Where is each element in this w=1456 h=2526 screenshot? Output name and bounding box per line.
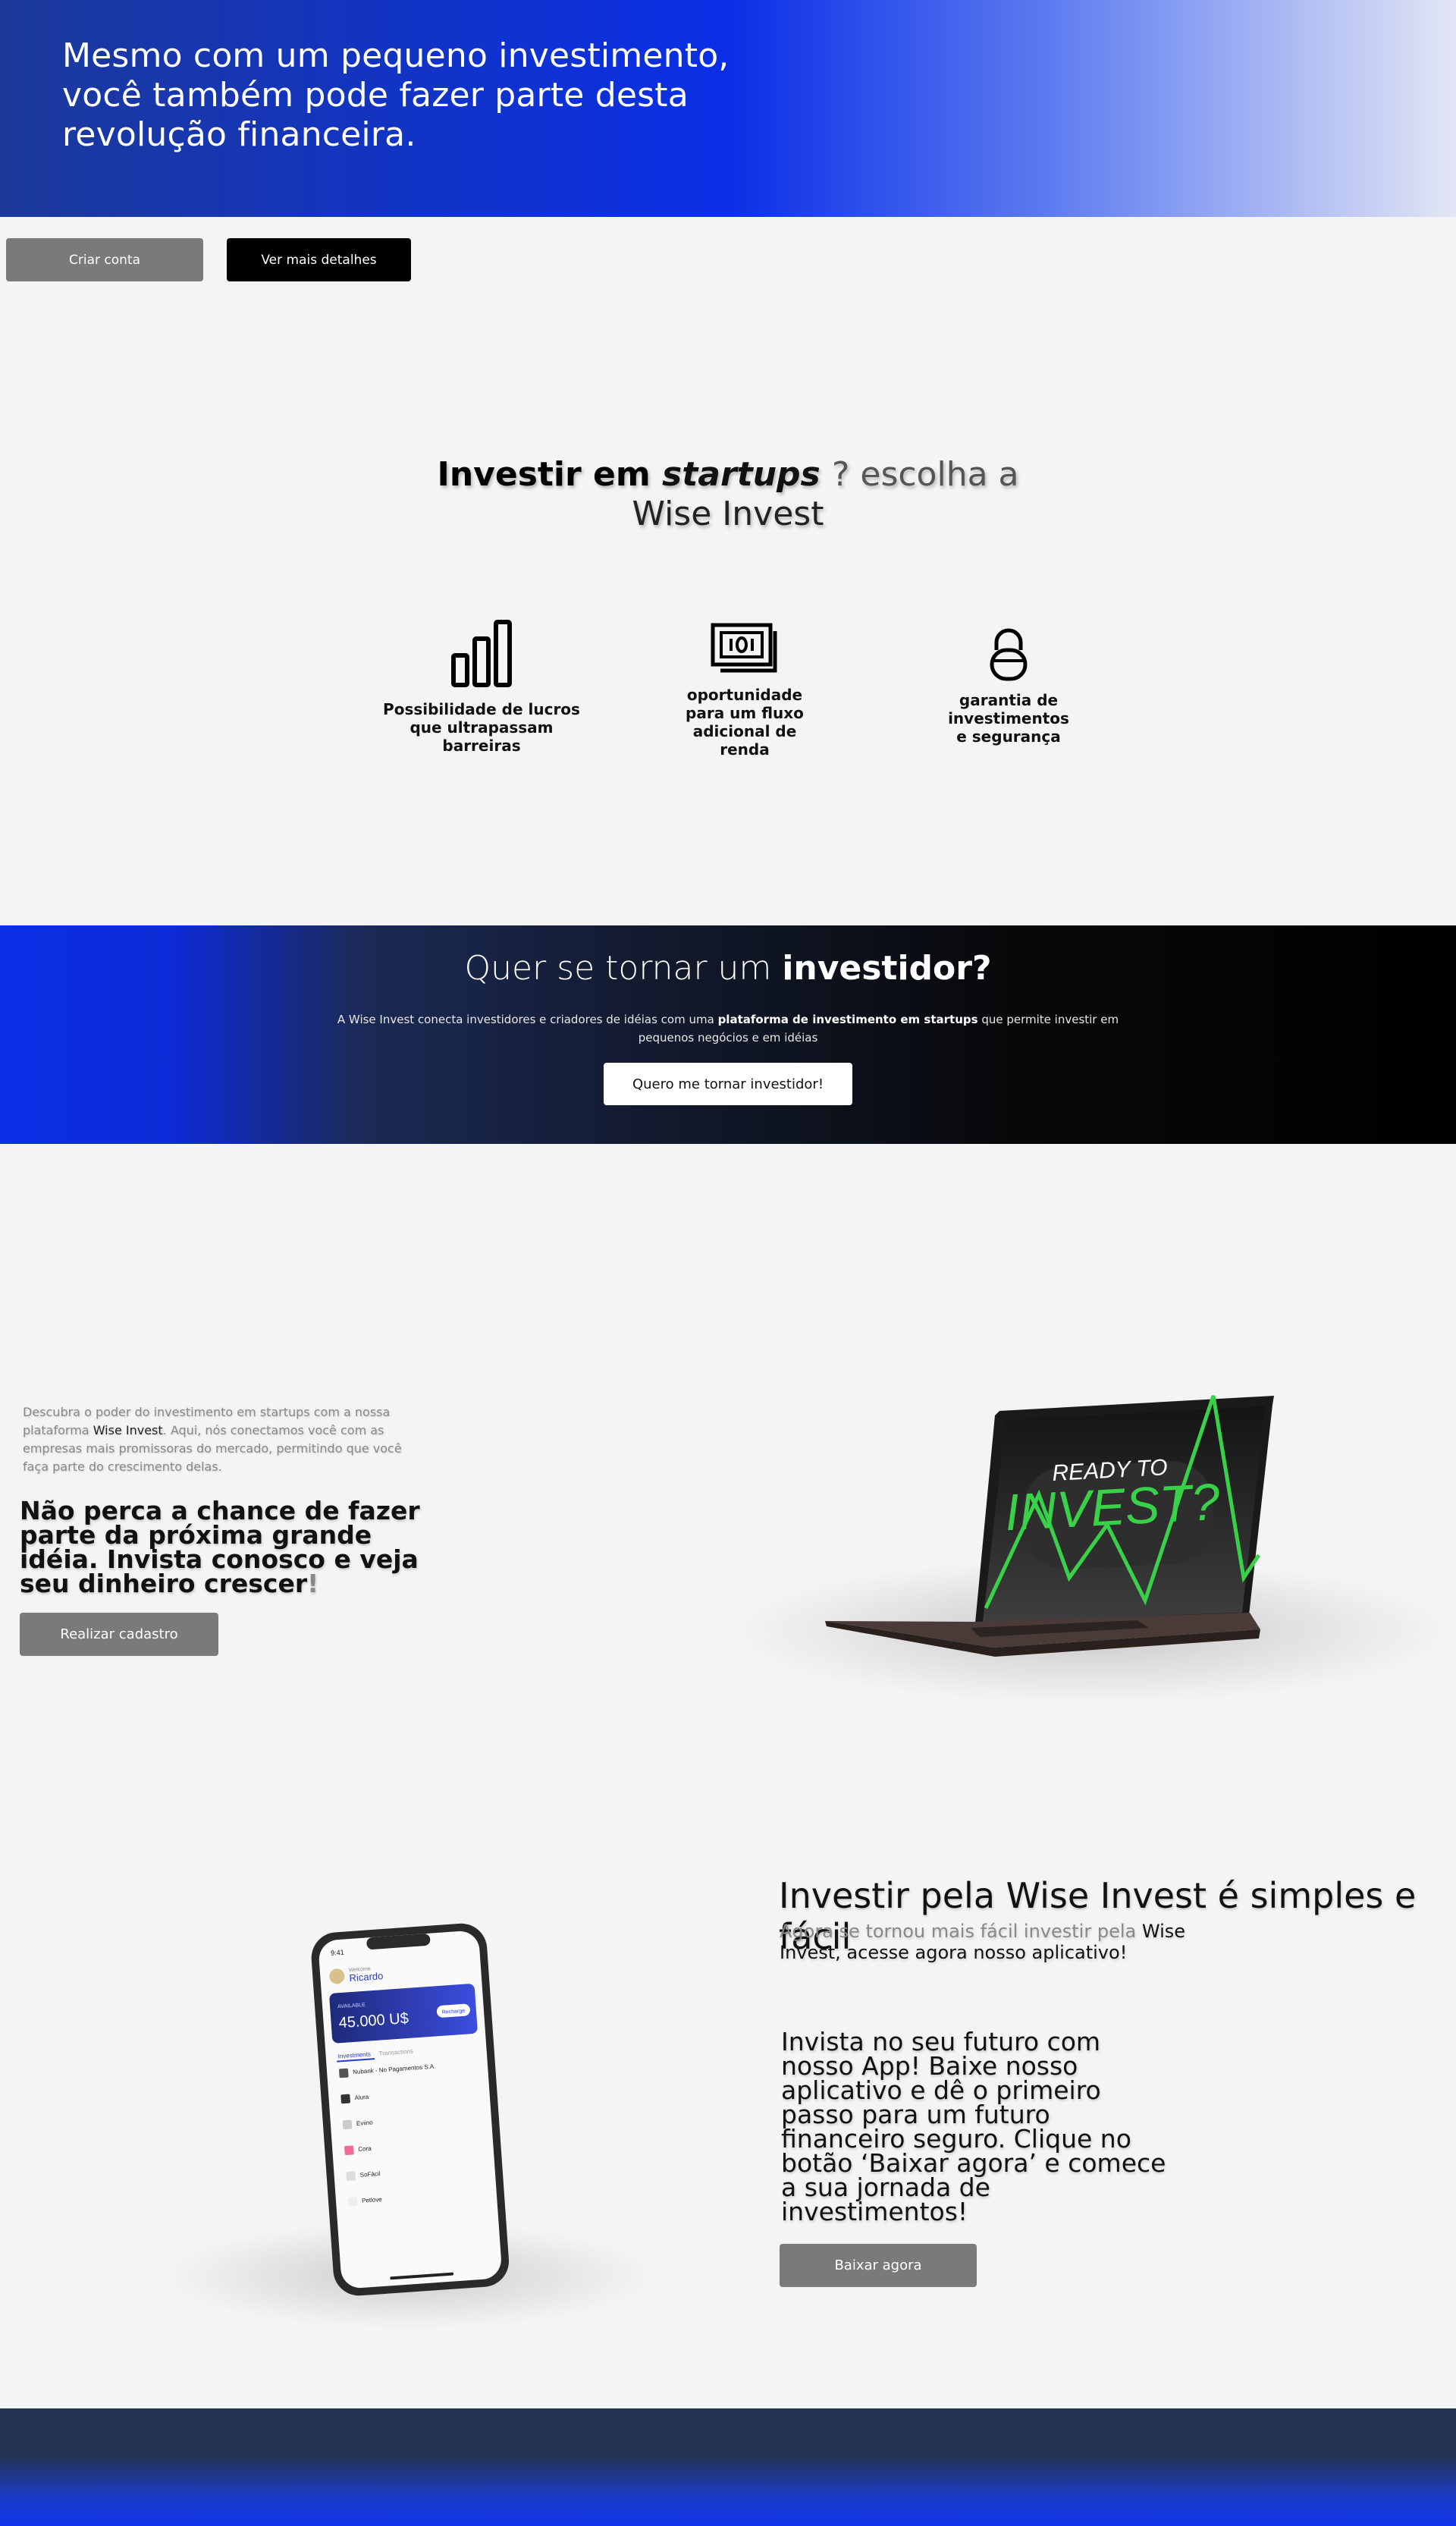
app-body: Invista no seu futuro com nosso App! Bai… [781,2027,1166,2226]
feature-label: Possibilidade de lucros que ultrapassam … [383,700,580,755]
phone-item: Alura [354,2094,369,2101]
more-details-button[interactable]: Ver mais detalhes [227,238,411,281]
discover-headline: Não perca a chance de fazer parte da pró… [20,1496,444,1598]
banner-desc-bold: plataforma de investimento em startups [717,1013,978,1026]
create-account-button[interactable]: Criar conta [6,238,203,281]
feature-label: garantia de investimentos e segurança [948,691,1069,746]
money-icon [711,623,777,673]
investor-banner: Quer se tornar um investidor? A Wise Inv… [0,925,1456,1144]
why-title-bold: Investir em [437,455,651,494]
phone-image: 9:41 Welcome Ricardo AVAILABLE 45.000 U$… [129,1912,736,2336]
bar-chart-icon [451,620,512,687]
phone-illustration: 9:41 Welcome Ricardo AVAILABLE 45.000 U$… [167,1923,652,2329]
why-title-line2: Wise Invest [632,495,824,533]
become-investor-button[interactable]: Quero me tornar investidor! [604,1063,852,1105]
laptop-illustration: READY TO INVEST? [736,1395,1448,1703]
app-sub-pre: Agora se tornou mais fácil investir pela [780,1921,1137,1942]
feature-profits: Possibilidade de lucros que ultrapassam … [383,618,580,755]
download-button[interactable]: Baixar agora [780,2244,977,2287]
register-button[interactable]: Realizar cadastro [20,1613,218,1656]
app-sub-post: , acesse agora nosso aplicativo! [835,1942,1128,1963]
banner-desc-pre: A Wise Invest conecta investidores e cri… [337,1013,714,1026]
discover-description: Descubra o poder do investimento em star… [23,1403,410,1476]
feature-income: oportunidade para um fluxo adicional de … [646,622,843,759]
banner-title-bold: investidor? [782,949,992,988]
banner-title-light: Quer se tornar um [464,949,772,988]
footer [0,2408,1456,2526]
lock-icon [990,628,1028,681]
phone-item: SoFácil [359,2170,380,2179]
phone-item: Petlove [362,2196,383,2204]
discover-headline-end: ! [307,1569,319,1598]
laptop-text-invest: INVEST? [1003,1473,1221,1542]
why-title: Investir em startups ? escolha a Wise In… [425,455,1031,534]
why-title-light: ? escolha a [832,455,1019,494]
hero-section: Mesmo com um pequeno investimento, você … [0,0,1456,217]
phone-user: Ricardo [349,1970,384,1984]
discover-headline-text: Não perca a chance de fazer parte da pró… [20,1496,420,1598]
phone-time: 9:41 [331,1949,344,1957]
phone-item: Cora [358,2145,372,2153]
discover-desc-brand: Wise Invest [93,1423,163,1437]
phone-item: Eviino [356,2119,374,2127]
banner-title: Quer se tornar um investidor? [0,948,1456,989]
app-subtitle: Agora se tornou mais fácil investir pela… [780,1921,1204,1963]
laptop-image: READY TO INVEST? [713,1381,1448,1730]
hero-title: Mesmo com um pequeno investimento, você … [62,36,730,154]
banner-description: A Wise Invest conecta investidores e cri… [311,1010,1145,1047]
feature-security: garantia de investimentos e segurança [910,626,1107,746]
feature-label: oportunidade para um fluxo adicional de … [686,686,804,759]
why-title-italic: startups [662,455,821,494]
